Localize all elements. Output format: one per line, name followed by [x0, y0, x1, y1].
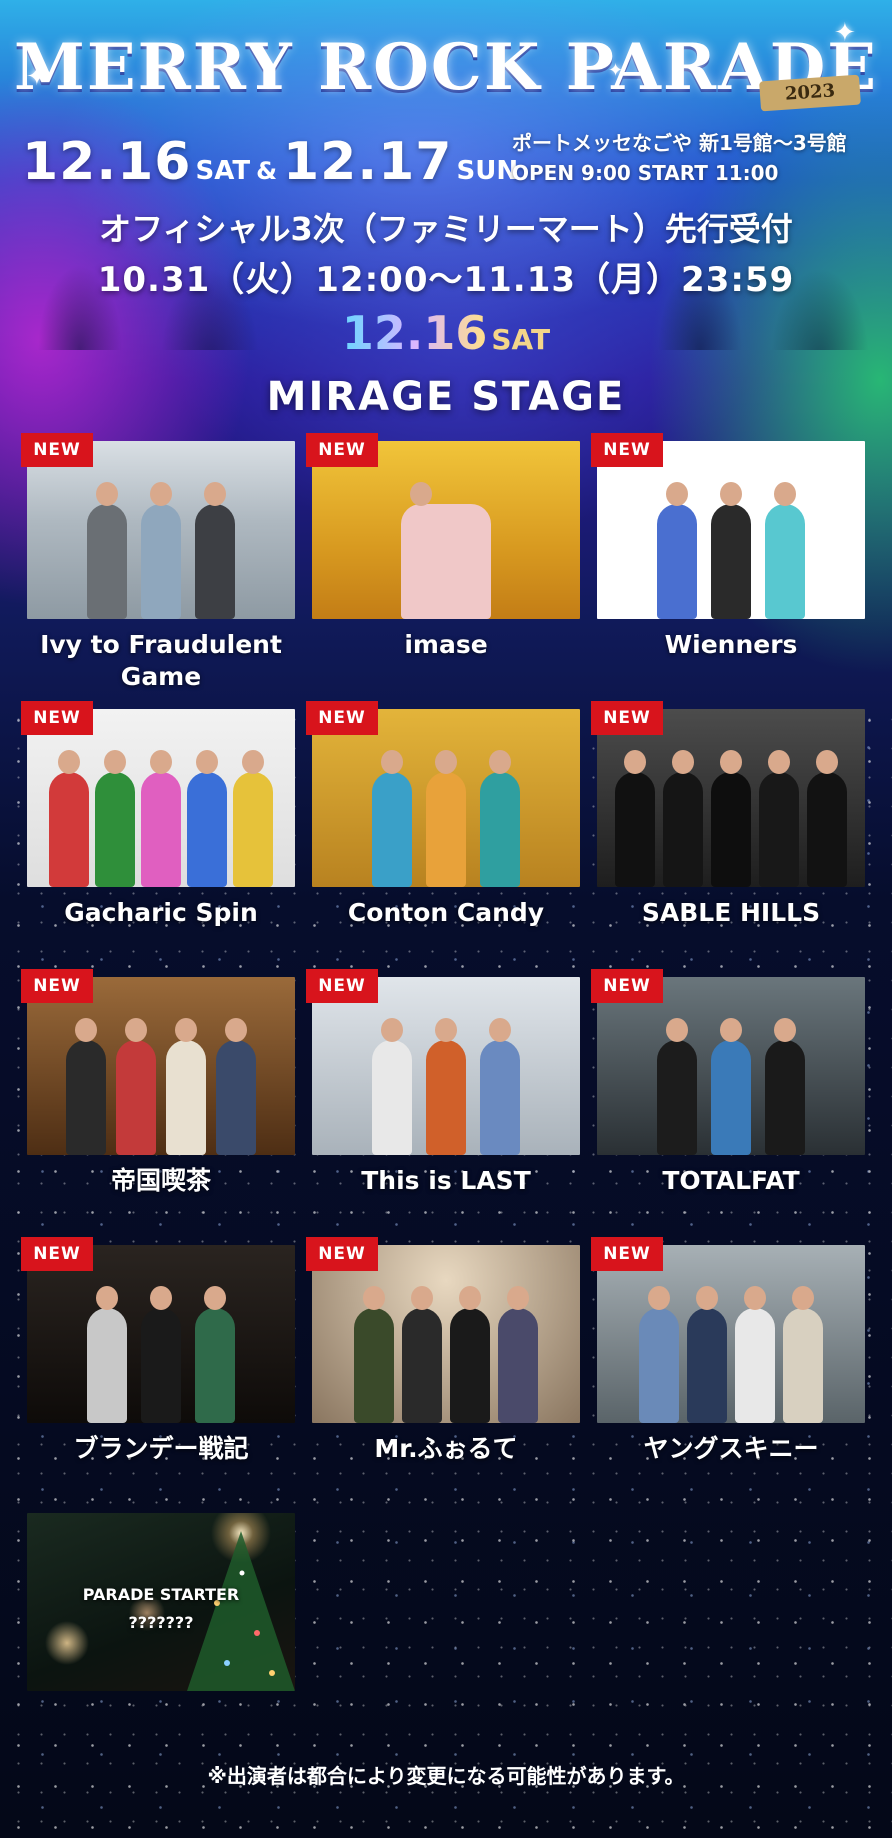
day-heading-date: 12.16: [341, 306, 488, 360]
new-badge: NEW: [306, 701, 378, 735]
artist-figures: [27, 750, 295, 887]
parade-starter-card[interactable]: PARADE STARTER ???????: [27, 1513, 295, 1691]
artist-name: ヤングスキニー: [643, 1434, 819, 1463]
date-ampersand: &: [256, 157, 277, 185]
artist-name: Conton Candy: [347, 898, 545, 927]
artist-card[interactable]: NEW ヤングスキニー: [591, 1237, 865, 1465]
artist-card[interactable]: NEW Gacharic Spin: [21, 701, 295, 929]
date-2: 12.17: [283, 132, 453, 192]
artist-card[interactable]: NEW Wienners: [591, 433, 865, 661]
artist-figures: [27, 482, 295, 619]
artist-figures: [312, 1286, 580, 1423]
new-badge: NEW: [591, 1237, 663, 1271]
artist-name: imase: [404, 630, 488, 659]
artist-name: TOTALFAT: [662, 1166, 800, 1195]
artist-photo: [597, 1245, 865, 1423]
artist-card[interactable]: NEW 帝国喫茶: [21, 969, 295, 1197]
artist-name: SABLE HILLS: [641, 898, 821, 927]
new-badge: NEW: [306, 1237, 378, 1271]
ticket-sale-period: 10.31（火）12:00～11.13（月）23:59: [97, 260, 795, 300]
artist-figures: [312, 482, 580, 619]
logo-text: MERRY ROCK PARADE: [13, 30, 879, 105]
artist-name: Gacharic Spin: [64, 898, 258, 927]
artist-name: This is LAST: [361, 1166, 531, 1195]
event-dates: 12.16 SAT & 12.17 SUN: [22, 132, 518, 192]
parade-starter-label: PARADE STARTER: [82, 1585, 240, 1604]
sparkle-icon: ✦: [26, 62, 48, 92]
artist-photo: [312, 709, 580, 887]
artist-photo: [27, 1245, 295, 1423]
artist-figures: [597, 1018, 865, 1155]
day-2: SUN: [456, 156, 519, 186]
event-logo: MERRY ROCK PARADE: [0, 18, 892, 128]
artist-name: ブランデー戦記: [73, 1434, 249, 1463]
artist-photo: [312, 977, 580, 1155]
new-badge: NEW: [591, 701, 663, 735]
day-heading: 12.16 SAT: [0, 306, 892, 360]
artist-photo: [312, 441, 580, 619]
sparkle-icon: ✦: [608, 60, 624, 81]
new-badge: NEW: [306, 969, 378, 1003]
artist-card[interactable]: NEW Mr.ふぉるて: [306, 1237, 580, 1465]
stage-title: MIRAGE STAGE: [266, 374, 626, 420]
artist-card[interactable]: NEW Conton Candy: [306, 701, 580, 929]
artist-figures: [597, 482, 865, 619]
artist-card[interactable]: NEW SABLE HILLS: [591, 701, 865, 929]
artist-photo: [597, 709, 865, 887]
open-start-times: OPEN 9:00 START 11:00: [512, 161, 779, 185]
parade-starter-mystery: ???????: [128, 1613, 194, 1632]
new-badge: NEW: [21, 1237, 93, 1271]
artist-figures: [597, 1286, 865, 1423]
new-badge: NEW: [591, 433, 663, 467]
artist-name: Wienners: [664, 630, 798, 659]
artist-card[interactable]: NEW Ivy to Fraudulent Game: [21, 433, 295, 693]
new-badge: NEW: [591, 969, 663, 1003]
artist-card[interactable]: NEW This is LAST: [306, 969, 580, 1197]
artist-figures: [312, 750, 580, 887]
artist-photo: [312, 1245, 580, 1423]
new-badge: NEW: [306, 433, 378, 467]
artist-photo: [27, 709, 295, 887]
artist-name: 帝国喫茶: [110, 1166, 211, 1195]
date-1: 12.16: [22, 132, 192, 192]
artist-card[interactable]: NEW imase: [306, 433, 580, 661]
new-badge: NEW: [21, 433, 93, 467]
artist-photo: [597, 977, 865, 1155]
artist-photo: [27, 977, 295, 1155]
new-badge: NEW: [21, 969, 93, 1003]
parade-starter-photo: PARADE STARTER ???????: [27, 1513, 295, 1691]
year-badge-text: 2023: [784, 80, 836, 105]
artist-card[interactable]: NEW TOTALFAT: [591, 969, 865, 1197]
day-1: SAT: [195, 156, 251, 186]
sparkle-icon: ✦: [834, 18, 856, 48]
artist-card[interactable]: NEW ブランデー戦記: [21, 1237, 295, 1465]
artist-photo: [597, 441, 865, 619]
disclaimer-note: ※出演者は都合により変更になる可能性があります。: [207, 1764, 685, 1788]
artist-name: Mr.ふぉるて: [374, 1434, 518, 1463]
parade-starter-text: PARADE STARTER ???????: [27, 1581, 295, 1637]
artist-figures: [312, 1018, 580, 1155]
venue-info: ポートメッセなごや 新1号館～3号館 OPEN 9:00 START 11:00: [512, 128, 882, 188]
new-badge: NEW: [21, 701, 93, 735]
artist-figures: [597, 750, 865, 887]
day-heading-day: SAT: [491, 323, 551, 356]
artist-photo: [27, 441, 295, 619]
artist-figures: [27, 1286, 295, 1423]
artist-figures: [27, 1018, 295, 1155]
artist-name: Ivy to Fraudulent Game: [40, 630, 282, 691]
ticket-sale-title: オフィシャル3次（ファミリーマート）先行受付: [99, 210, 793, 248]
venue-name: ポートメッセなごや 新1号館～3号館: [512, 131, 847, 155]
